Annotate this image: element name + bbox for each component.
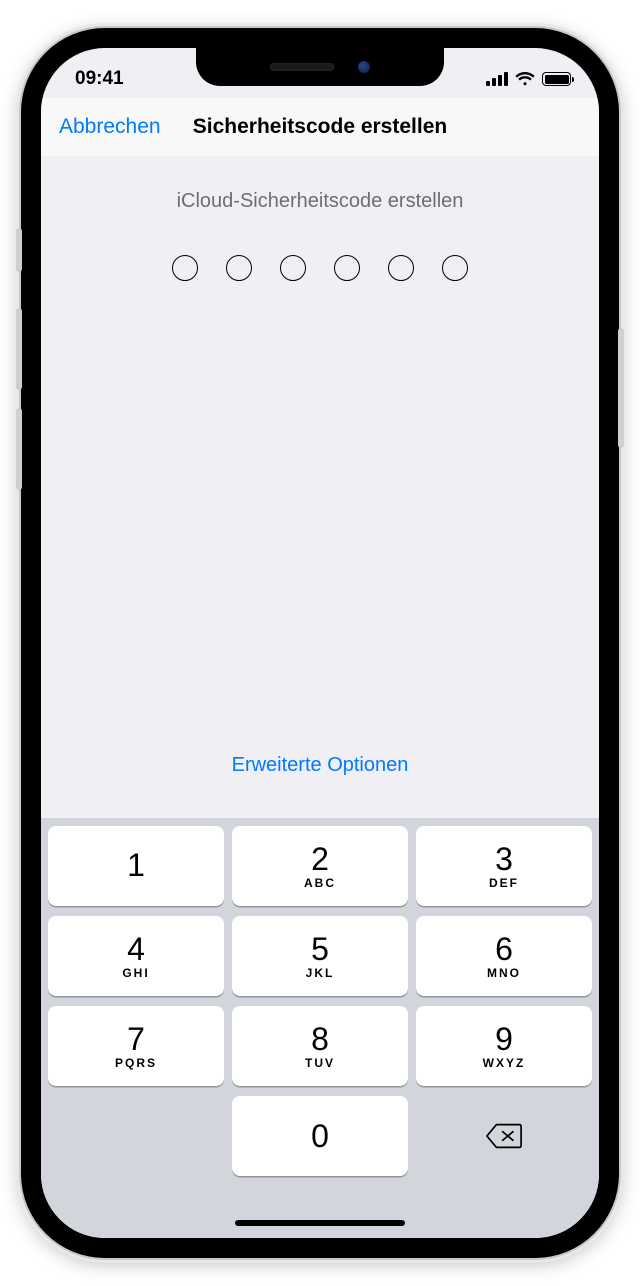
passcode-dot <box>442 255 468 281</box>
wifi-icon <box>515 72 535 86</box>
front-camera <box>358 61 370 73</box>
keypad-digit: 9 <box>495 1023 513 1055</box>
keypad-spacer <box>48 1096 224 1176</box>
keypad-letters: PQRS <box>115 1057 157 1069</box>
passcode-dot <box>388 255 414 281</box>
keypad-digit: 2 <box>311 843 329 875</box>
navigation-bar: Abbrechen Sicherheitscode erstellen <box>41 98 599 157</box>
passcode-dot <box>172 255 198 281</box>
page-title: Sicherheitscode erstellen <box>193 115 447 139</box>
battery-icon <box>542 72 571 86</box>
phone-frame: 09:41 Abbrechen Sicherheitscode erstelle… <box>21 28 619 1258</box>
passcode-dot <box>226 255 252 281</box>
keypad-6[interactable]: 6 MNO <box>416 916 592 996</box>
keypad-3[interactable]: 3 DEF <box>416 826 592 906</box>
keypad-0[interactable]: 0 <box>232 1096 408 1176</box>
passcode-dot <box>334 255 360 281</box>
keypad-letters: WXYZ <box>483 1057 526 1069</box>
keypad-8[interactable]: 8 TUV <box>232 1006 408 1086</box>
volume-up-button <box>16 308 22 390</box>
keypad-letters: GHI <box>122 967 149 979</box>
keypad-digit: 7 <box>127 1023 145 1055</box>
keypad-4[interactable]: 4 GHI <box>48 916 224 996</box>
status-time: 09:41 <box>75 68 124 90</box>
keypad-2[interactable]: 2 ABC <box>232 826 408 906</box>
keypad-letters: DEF <box>489 877 519 889</box>
passcode-dots <box>41 255 599 281</box>
notch <box>196 48 444 86</box>
keypad-digit: 1 <box>127 849 145 881</box>
content-area: iCloud-Sicherheitscode erstellen Erweite… <box>41 156 599 1238</box>
numeric-keyboard: 1 2 ABC 3 DEF 4 GHI <box>41 818 599 1238</box>
keypad-5[interactable]: 5 JKL <box>232 916 408 996</box>
keypad-letters: TUV <box>305 1057 335 1069</box>
passcode-dot <box>280 255 306 281</box>
keypad-digit: 5 <box>311 933 329 965</box>
power-button <box>618 328 624 448</box>
keypad-9[interactable]: 9 WXYZ <box>416 1006 592 1086</box>
keypad-letters: JKL <box>306 967 335 979</box>
speaker-grille <box>270 63 334 71</box>
keypad-digit: 8 <box>311 1023 329 1055</box>
mute-switch <box>16 228 22 272</box>
prompt-label: iCloud-Sicherheitscode erstellen <box>41 190 599 213</box>
keypad-digit: 3 <box>495 843 513 875</box>
keypad-digit: 0 <box>311 1120 329 1152</box>
home-indicator[interactable] <box>235 1220 405 1226</box>
keypad-digit: 6 <box>495 933 513 965</box>
cellular-signal-icon <box>486 72 508 86</box>
keypad-letters: ABC <box>304 877 336 889</box>
advanced-options-button[interactable]: Erweiterte Optionen <box>41 754 599 777</box>
keypad-digit: 4 <box>127 933 145 965</box>
keypad-backspace[interactable] <box>416 1096 592 1176</box>
volume-down-button <box>16 408 22 490</box>
keypad-7[interactable]: 7 PQRS <box>48 1006 224 1086</box>
cancel-button[interactable]: Abbrechen <box>59 115 161 139</box>
keypad-letters: MNO <box>487 967 521 979</box>
screen: 09:41 Abbrechen Sicherheitscode erstelle… <box>41 48 599 1238</box>
keypad-1[interactable]: 1 <box>48 826 224 906</box>
backspace-icon <box>485 1122 523 1150</box>
